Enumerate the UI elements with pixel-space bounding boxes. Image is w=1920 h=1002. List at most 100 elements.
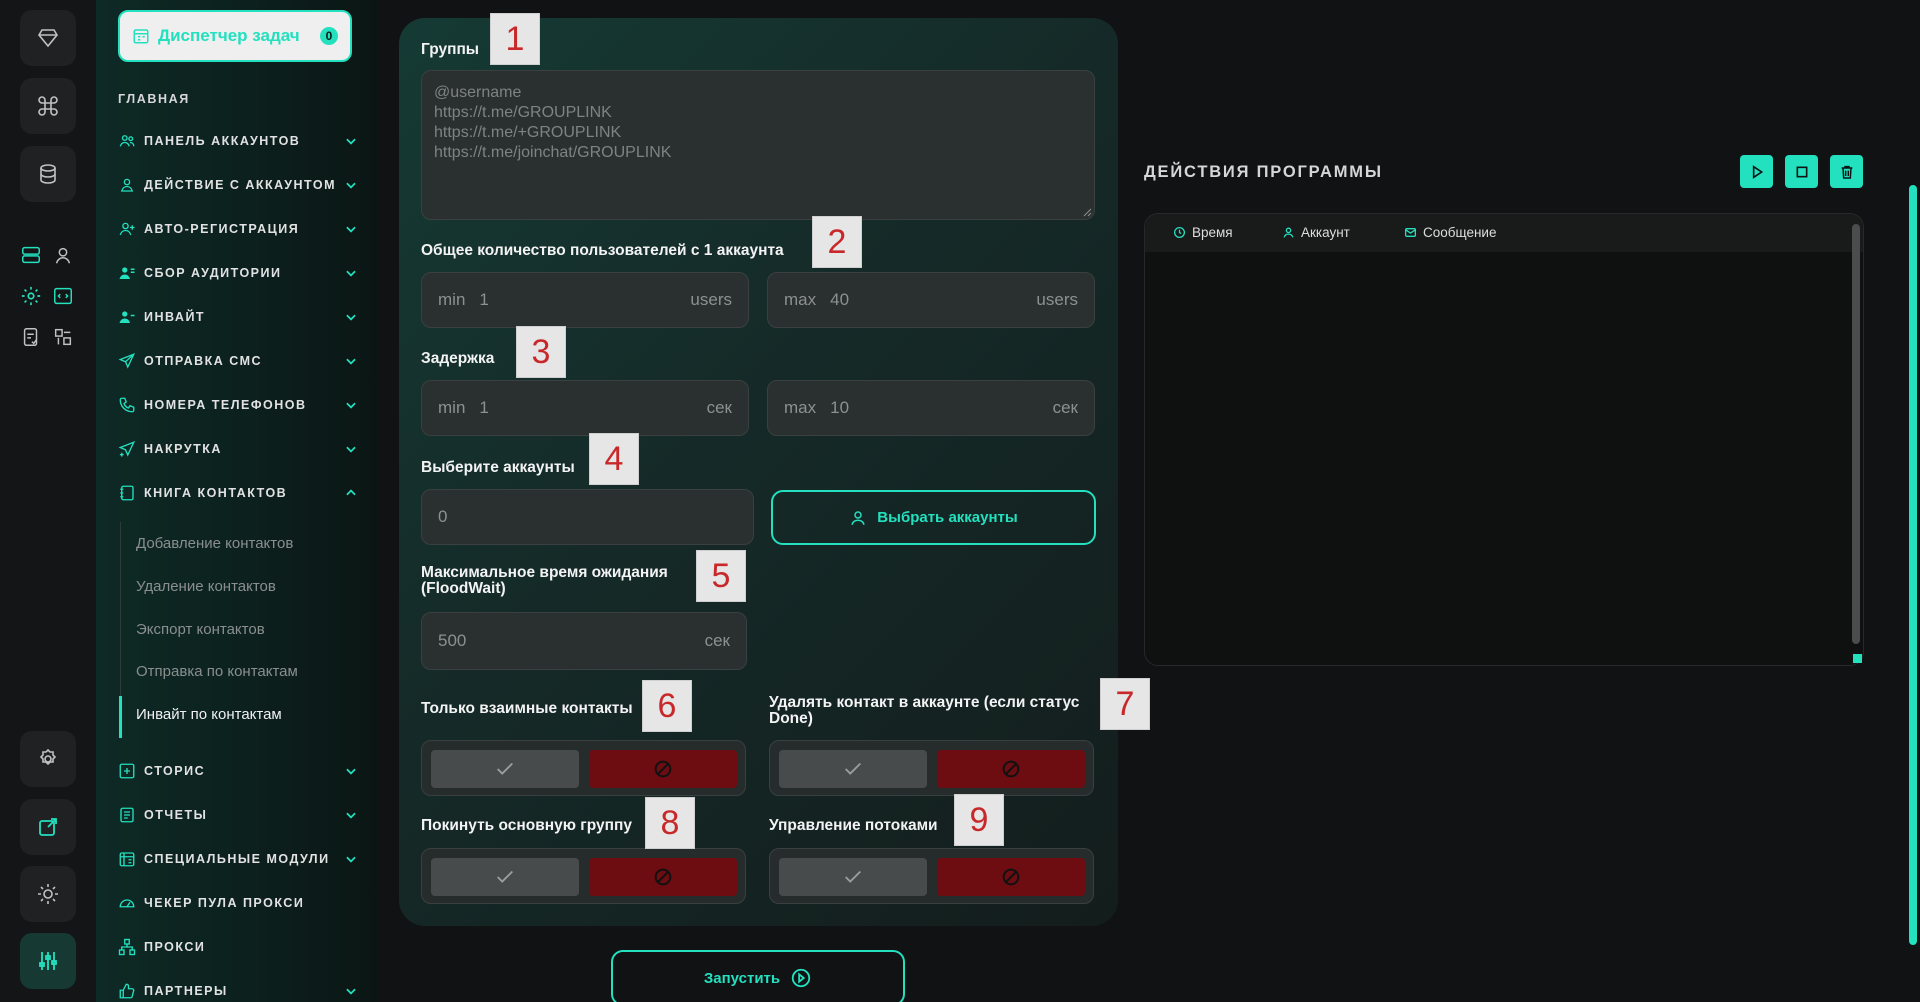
toggle-no-button[interactable] [589, 750, 737, 788]
delete-contact-toggle [769, 740, 1094, 796]
submenu-send-contacts[interactable]: Отправка по контактам [136, 663, 298, 680]
toggle-yes-button[interactable] [779, 858, 927, 896]
play-icon [1752, 164, 1763, 179]
toggle-yes-button[interactable] [779, 750, 927, 788]
log-scrollbar[interactable] [1852, 224, 1860, 644]
delay-min-value: 1 [479, 398, 489, 417]
floodwait-label-line-1: Максимальное время ожидания [421, 564, 668, 581]
code-window-icon[interactable] [52, 285, 74, 307]
seconds-unit: сек [706, 398, 732, 417]
sidebar-item-stories[interactable]: СТОРИС [118, 759, 358, 783]
toggle-no-button[interactable] [937, 858, 1085, 896]
chevron-up-icon [346, 489, 356, 496]
floodwait-input[interactable]: 500 сек [421, 612, 747, 670]
chevron-down-icon [346, 812, 356, 819]
sidebar-item-auto-registration[interactable]: АВТО-РЕГИСТРАЦИЯ [118, 217, 358, 241]
sidebar-item-label: ОТЧЕТЫ [144, 808, 208, 822]
diamond-icon[interactable] [20, 10, 76, 66]
checklist-icon[interactable] [20, 326, 42, 348]
mail-icon [1404, 228, 1417, 237]
external-link-icon[interactable] [20, 799, 76, 855]
sidebar-item-partners[interactable]: ПАРТНЕРЫ [118, 979, 358, 1002]
threads-label: Управление потоками [769, 817, 938, 834]
marker-3: 3 [516, 326, 566, 378]
sidebar-item-label: СБОР АУДИТОРИИ [144, 266, 282, 280]
resize-handle-icon[interactable] [1082, 207, 1092, 217]
user-list-icon [119, 267, 135, 279]
gear-icon[interactable] [20, 731, 76, 787]
server-icon[interactable] [20, 244, 42, 266]
chevron-down-icon [346, 856, 356, 863]
users-max-input[interactable]: max 40 users [767, 272, 1095, 328]
modules-icon[interactable] [52, 326, 74, 348]
user-icon [120, 178, 134, 192]
sidebar-item-boost[interactable]: НАКРУТКА [118, 437, 358, 461]
min-prefix: min [438, 398, 466, 417]
floodwait-label-line-2: (FloodWait) [421, 580, 506, 597]
sliders-icon[interactable] [20, 933, 76, 989]
toggle-no-button[interactable] [589, 858, 737, 896]
play-button[interactable] [1740, 155, 1773, 188]
delay-max-input[interactable]: max 10 сек [767, 380, 1095, 436]
column-message-label: Сообщение [1423, 225, 1497, 240]
sidebar-item-label: ПРОКСИ [144, 940, 206, 954]
sidebar-item-account-actions[interactable]: ДЕЙСТВИЕ С АККАУНТОМ [118, 173, 358, 197]
toggle-no-button[interactable] [937, 750, 1085, 788]
column-message[interactable]: Сообщение [1404, 225, 1496, 240]
submenu-delete-contacts[interactable]: Удаление контактов [136, 578, 276, 595]
groups-textarea[interactable]: @username https://t.me/GROUPLINK https:/… [421, 70, 1095, 220]
calendar-grid-icon [119, 852, 135, 867]
settings-icon[interactable] [20, 285, 42, 307]
sidebar-item-invite[interactable]: ИНВАЙТ [118, 305, 358, 329]
marker-8: 8 [645, 797, 695, 849]
users-min-input[interactable]: min 1 users [421, 272, 749, 328]
database-icon[interactable] [20, 146, 76, 202]
sidebar-item-phone-numbers[interactable]: НОМЕРА ТЕЛЕФОНОВ [118, 393, 358, 417]
sidebar-item-proxy-checker[interactable]: ЧЕКЕР ПУЛА ПРОКСИ [118, 891, 358, 915]
user-location-icon[interactable] [52, 244, 74, 266]
submenu-add-contacts[interactable]: Добавление контактов [136, 535, 293, 552]
sidebar-item-reports[interactable]: ОТЧЕТЫ [118, 803, 358, 827]
program-actions-log[interactable]: Время Аккаунт Сообщение [1144, 213, 1864, 666]
column-account[interactable]: Аккаунт [1282, 225, 1350, 240]
page-scrollbar[interactable] [1909, 185, 1917, 945]
command-icon[interactable] [20, 78, 76, 134]
submenu-invite-contacts[interactable]: Инвайт по контактам [136, 706, 282, 723]
sidebar: Диспетчер задач 0 ГЛАВНАЯ ПАНЕЛЬ АККАУНТ… [96, 0, 378, 1002]
trash-icon [1841, 165, 1852, 179]
chevron-down-icon [346, 182, 356, 189]
accounts-count-input[interactable]: 0 [421, 489, 754, 545]
max-prefix: max [784, 398, 817, 417]
marker-1: 1 [490, 13, 540, 65]
column-time[interactable]: Время [1173, 225, 1233, 240]
task-manager-button[interactable]: Диспетчер задач 0 [118, 10, 352, 62]
stop-button[interactable] [1785, 155, 1818, 188]
user-icon [1283, 227, 1294, 238]
column-time-label: Время [1192, 225, 1233, 240]
choose-accounts-button[interactable]: Выбрать аккаунты [771, 490, 1096, 545]
toggle-yes-button[interactable] [431, 750, 579, 788]
sidebar-item-label: ЧЕКЕР ПУЛА ПРОКСИ [144, 896, 305, 910]
log-resize-handle[interactable] [1853, 654, 1862, 663]
network-icon [118, 938, 136, 956]
groups-placeholder: @username https://t.me/GROUPLINK https:/… [434, 84, 672, 161]
sidebar-item-sms[interactable]: ОТПРАВКА СМС [118, 349, 358, 373]
clear-log-button[interactable] [1830, 155, 1863, 188]
block-icon [654, 760, 672, 778]
chevron-down-icon [346, 138, 356, 145]
mutual-contacts-label: Только взаимные контакты [421, 700, 633, 717]
sidebar-item-proxy[interactable]: ПРОКСИ [118, 935, 358, 959]
sidebar-item-label: ИНВАЙТ [144, 310, 206, 324]
sidebar-item-contact-book[interactable]: КНИГА КОНТАКТОВ [118, 481, 358, 505]
sidebar-item-accounts-panel[interactable]: ПАНЕЛЬ АККАУНТОВ [118, 129, 358, 153]
sidebar-item-special-modules[interactable]: СПЕЦИАЛЬНЫЕ МОДУЛИ [118, 847, 358, 871]
sidebar-item-audience[interactable]: СБОР АУДИТОРИИ [118, 261, 358, 285]
sidebar-item-label: ДЕЙСТВИЕ С АККАУНТОМ [144, 178, 336, 192]
log-header: Время Аккаунт Сообщение [1145, 214, 1863, 252]
marker-5: 5 [696, 550, 746, 602]
submenu-export-contacts[interactable]: Экспорт контактов [136, 621, 265, 638]
theme-sun-icon[interactable] [20, 866, 76, 922]
delay-min-input[interactable]: min 1 сек [421, 380, 749, 436]
run-button[interactable]: Запустить [611, 950, 905, 1002]
toggle-yes-button[interactable] [431, 858, 579, 896]
